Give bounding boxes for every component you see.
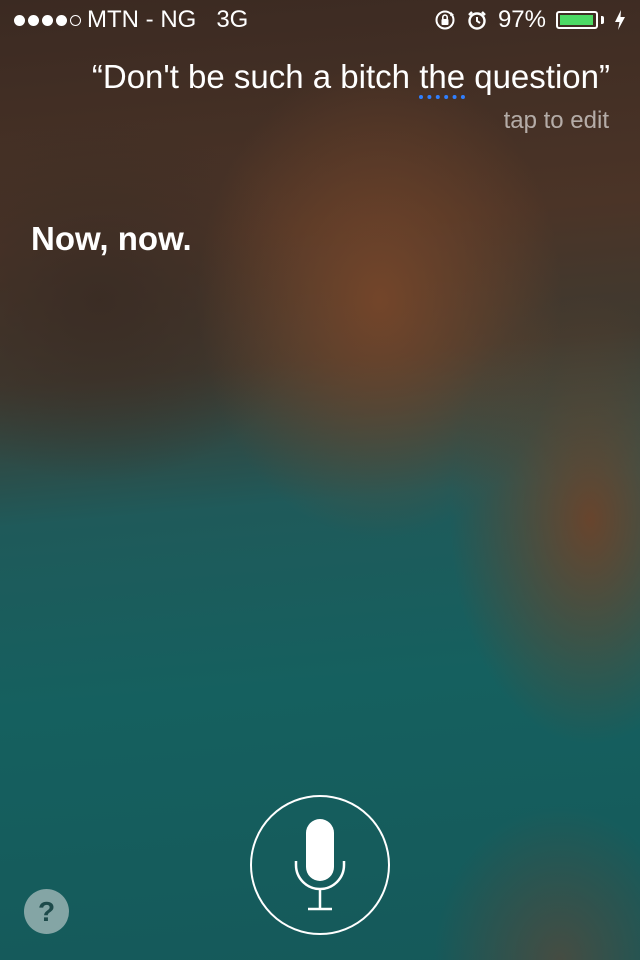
help-button[interactable]: ? [24,889,69,934]
signal-dot [28,14,39,26]
signal-dot [42,14,53,26]
status-right: 97% [434,6,626,34]
status-left: MTN - NG 3G [14,6,248,34]
tap-to-edit-hint[interactable]: tap to edit [504,107,609,135]
close-quote: ” [599,58,610,95]
signal-strength-icon [14,14,81,26]
battery-fill [560,15,593,25]
query-uncertain-word[interactable]: the [419,58,466,99]
battery-icon [556,11,604,29]
signal-dot [14,14,25,26]
battery-percent: 97% [497,6,546,33]
help-question-icon: ? [37,895,56,927]
siri-reply: Now, now. [31,220,192,257]
query-text-after: question [465,58,599,95]
charging-bolt-icon [615,10,625,30]
battery-body [556,11,598,29]
orientation-lock-icon [435,10,455,30]
signal-dot-empty [70,14,81,26]
microphone-icon [294,819,346,911]
query-text-before: Don't be such a bitch [102,58,420,95]
signal-dot [56,14,67,26]
open-quote: “ [91,58,103,95]
status-bar: MTN - NG 3G 97% [0,0,640,40]
microphone-button[interactable] [250,795,390,935]
network-type: 3G [216,6,249,33]
carrier-name: MTN - NG [87,6,197,33]
battery-tip [601,16,604,24]
alarm-icon [468,11,486,30]
siri-query-text[interactable]: “Don't be such a bitch the question” [91,58,610,99]
